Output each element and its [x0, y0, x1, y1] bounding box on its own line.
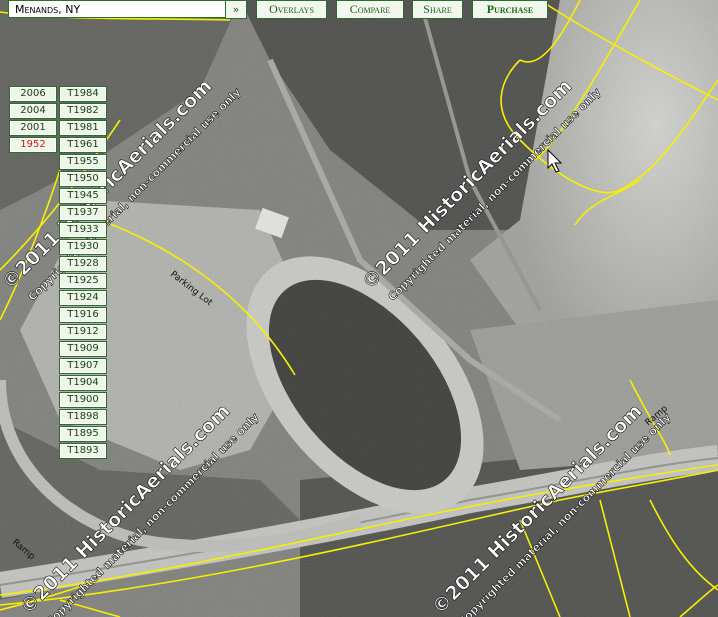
year-button-2004[interactable]: 2004 [9, 103, 57, 119]
year-button-T1930[interactable]: T1930 [59, 239, 107, 255]
year-button-T1981[interactable]: T1981 [59, 120, 107, 136]
year-button-T1907[interactable]: T1907 [59, 358, 107, 374]
year-button-T1912[interactable]: T1912 [59, 324, 107, 340]
year-button-T1982[interactable]: T1982 [59, 103, 107, 119]
year-button-T1924[interactable]: T1924 [59, 290, 107, 306]
go-button[interactable]: » [225, 0, 247, 19]
year-button-T1895[interactable]: T1895 [59, 426, 107, 442]
year-button-T1904[interactable]: T1904 [59, 375, 107, 391]
purchase-button[interactable]: Purchase [472, 0, 548, 19]
year-button-T1950[interactable]: T1950 [59, 171, 107, 187]
year-button-T1955[interactable]: T1955 [59, 154, 107, 170]
share-button[interactable]: Share [412, 0, 463, 19]
year-button-T1933[interactable]: T1933 [59, 222, 107, 238]
year-button-T1928[interactable]: T1928 [59, 256, 107, 272]
year-button-T1893[interactable]: T1893 [59, 443, 107, 459]
year-button-T1945[interactable]: T1945 [59, 188, 107, 204]
year-button-T1961[interactable]: T1961 [59, 137, 107, 153]
year-button-T1898[interactable]: T1898 [59, 409, 107, 425]
year-button-T1916[interactable]: T1916 [59, 307, 107, 323]
year-button-1952[interactable]: 1952 [9, 137, 57, 153]
year-button-T1900[interactable]: T1900 [59, 392, 107, 408]
year-button-2006[interactable]: 2006 [9, 86, 57, 102]
location-search-input[interactable] [8, 0, 229, 18]
year-button-T1984[interactable]: T1984 [59, 86, 107, 102]
year-button-T1909[interactable]: T1909 [59, 341, 107, 357]
year-button-T1937[interactable]: T1937 [59, 205, 107, 221]
overlays-button[interactable]: Overlays [256, 0, 327, 19]
year-button-2001[interactable]: 2001 [9, 120, 57, 136]
compare-button[interactable]: Compare [336, 0, 404, 19]
aerial-map[interactable]: Parking Lot Ramp Ramp ©2011 HistoricAeri… [0, 0, 718, 617]
year-button-T1925[interactable]: T1925 [59, 273, 107, 289]
